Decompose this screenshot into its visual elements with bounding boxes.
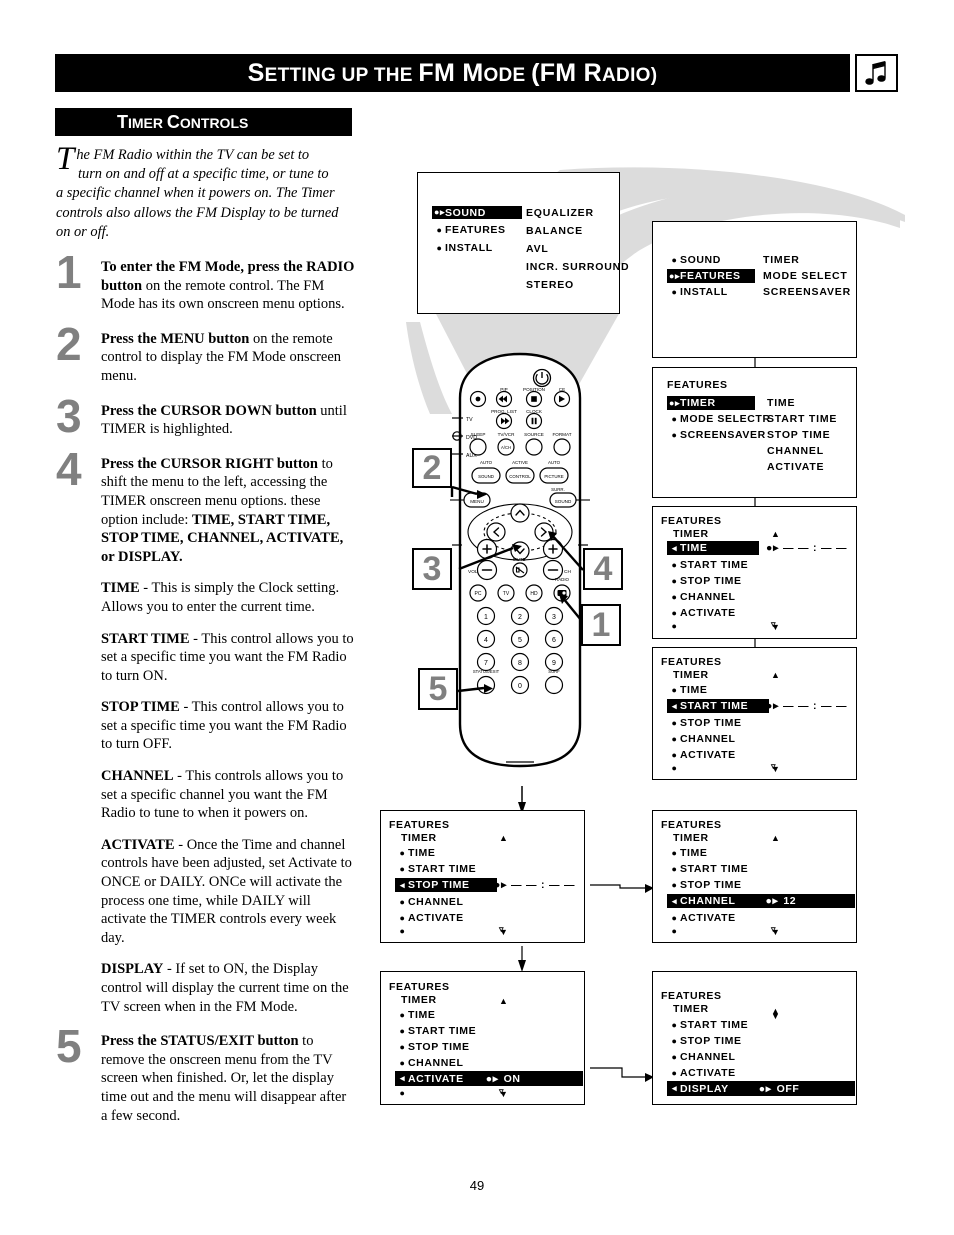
callout-5: 5 xyxy=(418,668,458,710)
callout-3: 3 xyxy=(412,548,452,590)
callout-3-number: 3 xyxy=(422,549,442,588)
manual-page: SETTING UP THE FM MODE (FM RADIO) TIMER … xyxy=(0,0,954,1235)
callout-2: 2 xyxy=(412,448,452,488)
callout-leader-lines xyxy=(450,485,584,693)
callout-2-number: 2 xyxy=(422,448,442,487)
callout-5-number: 5 xyxy=(428,669,448,708)
callout-1-number: 1 xyxy=(591,605,611,644)
callout-1: 1 xyxy=(581,604,621,646)
callout-4-number: 4 xyxy=(593,549,613,588)
callout-4: 4 xyxy=(583,548,623,590)
